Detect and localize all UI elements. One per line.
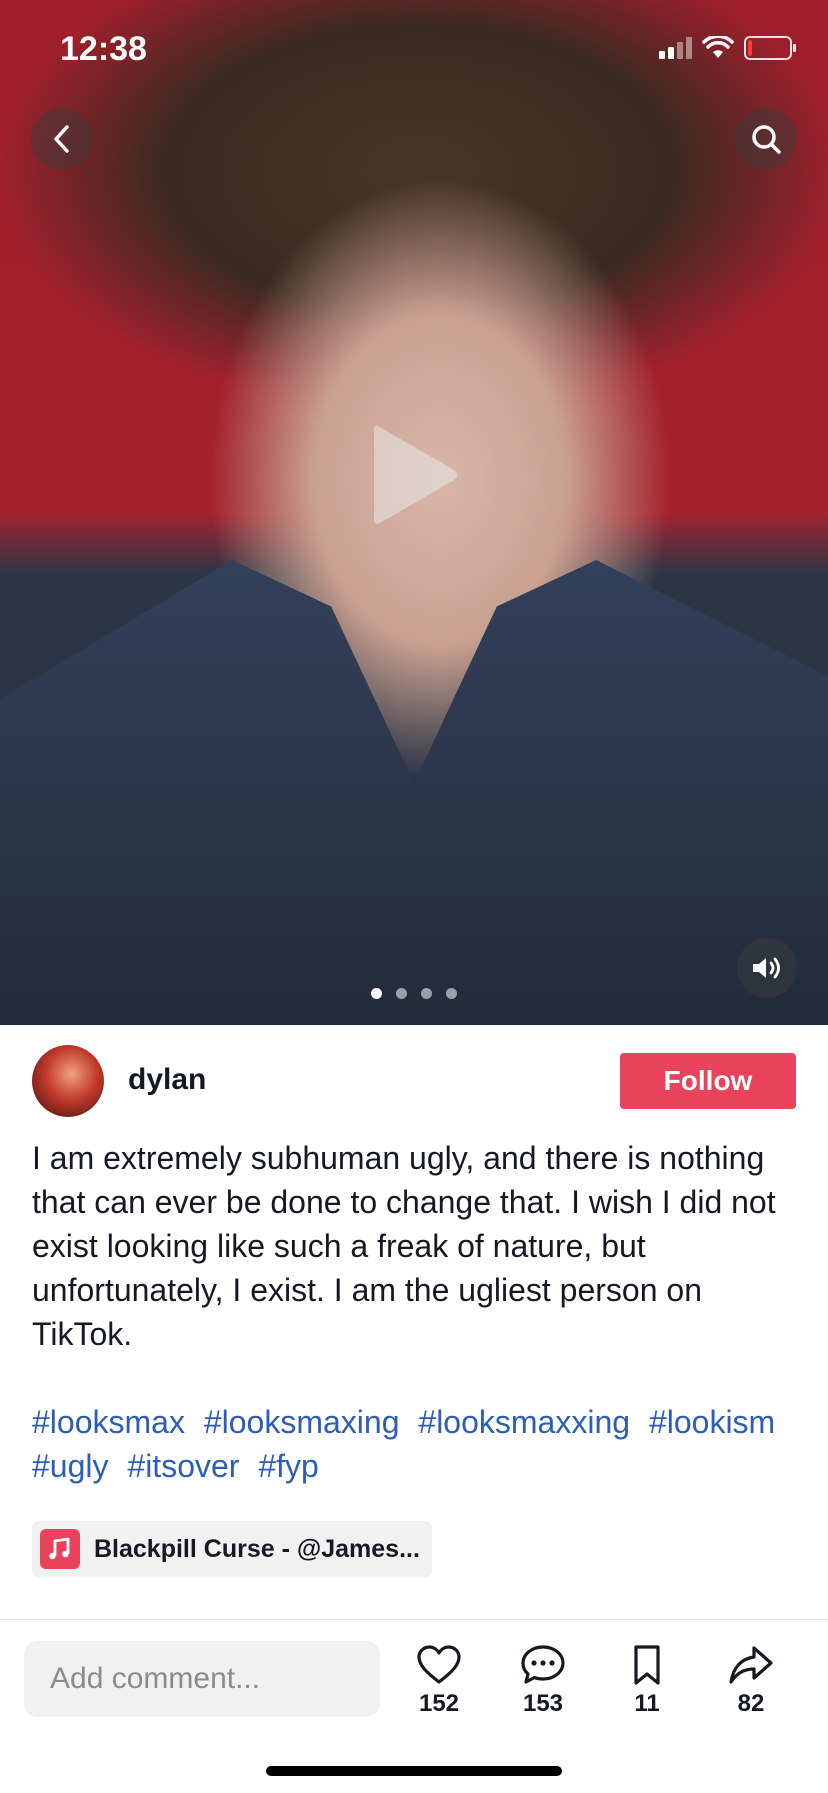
hashtag-link[interactable]: #looksmax	[32, 1404, 185, 1440]
like-button[interactable]: 152	[399, 1644, 479, 1718]
wifi-icon	[702, 36, 734, 58]
post-caption: I am extremely subhuman ugly, and there …	[32, 1140, 776, 1352]
avatar[interactable]	[32, 1045, 104, 1117]
save-count: 11	[634, 1690, 660, 1717]
chevron-left-icon	[54, 125, 69, 153]
hashtag-link[interactable]: #looksmaxing	[204, 1404, 400, 1440]
home-indicator	[266, 1766, 562, 1776]
save-button[interactable]: 11	[607, 1644, 687, 1718]
music-title: Blackpill Curse - @James...	[94, 1534, 420, 1563]
signal-icon	[659, 37, 692, 59]
share-count: 82	[737, 1690, 765, 1717]
speaker-icon	[753, 957, 780, 979]
follow-button[interactable]: Follow	[620, 1053, 796, 1109]
status-time: 12:38	[60, 30, 147, 68]
music-chip[interactable]: Blackpill Curse - @James...	[32, 1521, 432, 1577]
hashtag-link[interactable]: #itsover	[127, 1448, 239, 1484]
status-icons	[659, 36, 796, 60]
status-bar: 12:38	[0, 0, 828, 100]
bookmark-icon	[634, 1645, 660, 1685]
carousel-dot[interactable]	[421, 988, 432, 999]
search-icon	[752, 125, 781, 154]
carousel-dot[interactable]	[371, 988, 382, 999]
comment-input[interactable]	[24, 1641, 380, 1717]
carousel-indicator	[0, 988, 828, 999]
play-icon[interactable]	[370, 420, 460, 530]
author-name[interactable]: dylan	[128, 1063, 206, 1097]
battery-icon	[744, 36, 796, 60]
media-photo-sweater	[0, 560, 828, 1025]
share-arrow-icon	[729, 1646, 773, 1684]
carousel-dot[interactable]	[446, 988, 457, 999]
comment-bubble-icon	[521, 1645, 565, 1684]
back-button[interactable]	[31, 108, 93, 170]
search-button[interactable]	[735, 108, 797, 170]
music-note-icon	[40, 1529, 80, 1569]
like-count: 152	[418, 1690, 460, 1717]
author-row: dylan Follow	[32, 1045, 796, 1117]
share-button[interactable]: 82	[711, 1644, 791, 1718]
hashtag-link[interactable]: #lookism	[649, 1404, 775, 1440]
hashtag-link[interactable]: #fyp	[258, 1448, 318, 1484]
carousel-dot[interactable]	[396, 988, 407, 999]
comment-count: 153	[522, 1690, 564, 1717]
hashtag-list: #looksmax #looksmaxing #looksmaxxing #lo…	[32, 1400, 812, 1488]
comment-button[interactable]: 153	[503, 1644, 583, 1718]
hashtag-link[interactable]: #ugly	[32, 1448, 109, 1484]
hashtag-link[interactable]: #looksmaxxing	[418, 1404, 630, 1440]
heart-icon	[417, 1645, 461, 1684]
